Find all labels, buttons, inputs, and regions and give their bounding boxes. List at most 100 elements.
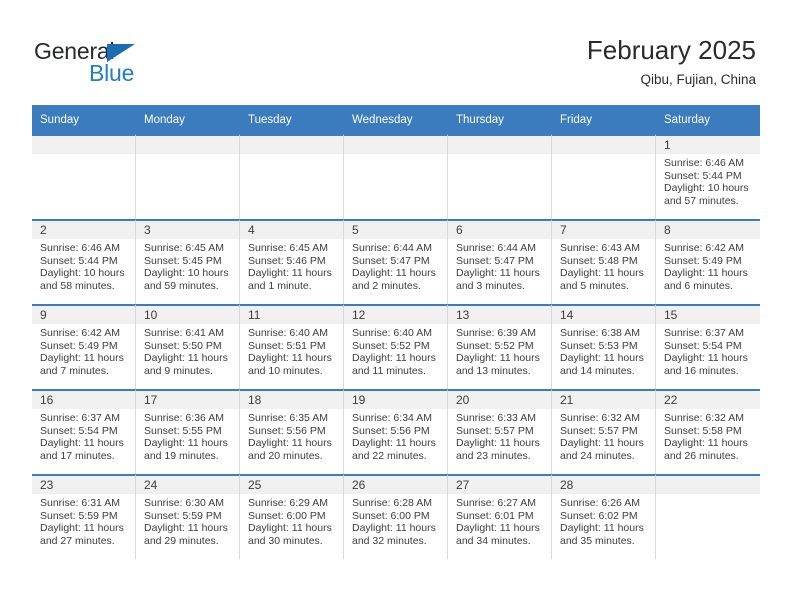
day-cell[interactable]: 11 Sunrise: 6:40 AM Sunset: 5:51 PM Dayligh… bbox=[240, 304, 344, 389]
daylight-text: and 35 minutes. bbox=[560, 534, 635, 547]
day-cell[interactable]: 12 Sunrise: 6:40 AM Sunset: 5:52 PM Dayligh… bbox=[344, 304, 448, 389]
sunset-text: Sunset: 5:59 PM bbox=[40, 509, 118, 522]
day-cell[interactable]: 15 Sunrise: 6:37 AM Sunset: 5:54 PM Dayligh… bbox=[656, 304, 760, 389]
day-cell-empty bbox=[240, 134, 344, 219]
sunrise-text: Sunrise: 6:40 AM bbox=[352, 327, 432, 339]
calendar-cell: 19 Sunrise: 6:34 AM Sunset: 5:56 PM Dayligh… bbox=[344, 389, 448, 474]
calendar-cell: 11 Sunrise: 6:40 AM Sunset: 5:51 PM Dayligh… bbox=[240, 304, 344, 389]
day-number: 12 bbox=[344, 306, 447, 324]
day-details: Sunrise: 6:42 AM Sunset: 5:49 PM Daylight:… bbox=[656, 239, 760, 292]
sunset-text: Sunset: 6:00 PM bbox=[248, 509, 326, 522]
day-cell[interactable]: 1 Sunrise: 6:46 AM Sunset: 5:44 PM Daylight… bbox=[656, 134, 760, 219]
day-details: Sunrise: 6:32 AM Sunset: 5:58 PM Daylight:… bbox=[656, 409, 760, 462]
day-cell[interactable]: 5 Sunrise: 6:44 AM Sunset: 5:47 PM Daylight… bbox=[344, 219, 448, 304]
sunset-text: Sunset: 5:46 PM bbox=[248, 254, 326, 267]
day-cell[interactable]: 22 Sunrise: 6:32 AM Sunset: 5:58 PM Dayligh… bbox=[656, 389, 760, 474]
day-number: 15 bbox=[656, 306, 760, 324]
title-block: February 2025 Qibu, Fujian, China bbox=[587, 34, 756, 88]
calendar-cell bbox=[344, 134, 448, 219]
day-cell[interactable]: 18 Sunrise: 6:35 AM Sunset: 5:56 PM Dayligh… bbox=[240, 389, 344, 474]
day-details: Sunrise: 6:44 AM Sunset: 5:47 PM Daylight:… bbox=[344, 239, 447, 292]
day-number: 7 bbox=[552, 221, 655, 239]
day-cell-empty bbox=[344, 134, 448, 219]
daylight-text: Daylight: 11 hours bbox=[144, 522, 228, 535]
sunrise-text: Sunrise: 6:28 AM bbox=[352, 497, 432, 509]
sunrise-text: Sunrise: 6:30 AM bbox=[144, 497, 224, 509]
day-cell[interactable]: 21 Sunrise: 6:32 AM Sunset: 5:57 PM Dayligh… bbox=[552, 389, 656, 474]
day-cell[interactable]: 14 Sunrise: 6:38 AM Sunset: 5:53 PM Dayligh… bbox=[552, 304, 656, 389]
day-cell[interactable]: 17 Sunrise: 6:36 AM Sunset: 5:55 PM Dayligh… bbox=[136, 389, 240, 474]
daylight-text: Daylight: 11 hours bbox=[248, 267, 332, 280]
day-number: 19 bbox=[344, 391, 447, 409]
calendar-cell bbox=[656, 474, 760, 559]
sunrise-text: Sunrise: 6:40 AM bbox=[248, 327, 328, 339]
day-cell[interactable]: 25 Sunrise: 6:29 AM Sunset: 6:00 PM Dayligh… bbox=[240, 474, 344, 559]
day-number bbox=[240, 136, 343, 154]
day-cell[interactable]: 26 Sunrise: 6:28 AM Sunset: 6:00 PM Dayligh… bbox=[344, 474, 448, 559]
sunset-text: Sunset: 5:45 PM bbox=[144, 254, 222, 267]
day-cell[interactable]: 16 Sunrise: 6:37 AM Sunset: 5:54 PM Dayligh… bbox=[32, 389, 136, 474]
day-cell[interactable]: 23 Sunrise: 6:31 AM Sunset: 5:59 PM Dayligh… bbox=[32, 474, 136, 559]
sunrise-text: Sunrise: 6:29 AM bbox=[248, 497, 328, 509]
weekday-header-tuesday: Tuesday bbox=[240, 105, 344, 134]
calendar-cell bbox=[448, 134, 552, 219]
calendar-cell: 17 Sunrise: 6:36 AM Sunset: 5:55 PM Dayligh… bbox=[136, 389, 240, 474]
day-details: Sunrise: 6:40 AM Sunset: 5:52 PM Daylight:… bbox=[344, 324, 447, 377]
daylight-text: and 27 minutes. bbox=[40, 534, 115, 547]
day-number: 28 bbox=[552, 476, 655, 494]
sunset-text: Sunset: 5:48 PM bbox=[560, 254, 638, 267]
day-cell[interactable]: 4 Sunrise: 6:45 AM Sunset: 5:46 PM Daylight… bbox=[240, 219, 344, 304]
weekday-header-sunday: Sunday bbox=[32, 105, 136, 134]
calendar-cell: 5 Sunrise: 6:44 AM Sunset: 5:47 PM Daylight… bbox=[344, 219, 448, 304]
day-cell[interactable]: 6 Sunrise: 6:44 AM Sunset: 5:47 PM Daylight… bbox=[448, 219, 552, 304]
day-cell[interactable]: 7 Sunrise: 6:43 AM Sunset: 5:48 PM Daylight… bbox=[552, 219, 656, 304]
calendar-cell: 8 Sunrise: 6:42 AM Sunset: 5:49 PM Daylight… bbox=[656, 219, 760, 304]
day-details: Sunrise: 6:30 AM Sunset: 5:59 PM Daylight:… bbox=[136, 494, 239, 547]
day-number: 4 bbox=[240, 221, 343, 239]
sunset-text: Sunset: 5:56 PM bbox=[352, 424, 430, 437]
sunrise-text: Sunrise: 6:36 AM bbox=[144, 412, 224, 424]
day-cell[interactable]: 9 Sunrise: 6:42 AM Sunset: 5:49 PM Daylight… bbox=[32, 304, 136, 389]
day-number: 24 bbox=[136, 476, 239, 494]
sunrise-text: Sunrise: 6:41 AM bbox=[144, 327, 224, 339]
day-number: 3 bbox=[136, 221, 239, 239]
daylight-text: and 20 minutes. bbox=[248, 449, 323, 462]
day-number bbox=[32, 136, 135, 154]
daylight-text: Daylight: 11 hours bbox=[352, 352, 436, 365]
daylight-text: Daylight: 11 hours bbox=[40, 437, 124, 450]
calendar-cell: 14 Sunrise: 6:38 AM Sunset: 5:53 PM Dayligh… bbox=[552, 304, 656, 389]
daylight-text: and 32 minutes. bbox=[352, 534, 427, 547]
sunset-text: Sunset: 5:51 PM bbox=[248, 339, 326, 352]
daylight-text: Daylight: 11 hours bbox=[664, 352, 748, 365]
calendar-body: 1 Sunrise: 6:46 AM Sunset: 5:44 PM Daylight… bbox=[32, 134, 760, 559]
day-cell[interactable]: 8 Sunrise: 6:42 AM Sunset: 5:49 PM Daylight… bbox=[656, 219, 760, 304]
day-details: Sunrise: 6:28 AM Sunset: 6:00 PM Daylight:… bbox=[344, 494, 447, 547]
weekday-header-wednesday: Wednesday bbox=[344, 105, 448, 134]
sunset-text: Sunset: 5:57 PM bbox=[456, 424, 534, 437]
calendar-cell: 24 Sunrise: 6:30 AM Sunset: 5:59 PM Dayligh… bbox=[136, 474, 240, 559]
daylight-text: and 13 minutes. bbox=[456, 364, 531, 377]
day-cell-empty bbox=[32, 134, 136, 219]
day-cell[interactable]: 13 Sunrise: 6:39 AM Sunset: 5:52 PM Dayligh… bbox=[448, 304, 552, 389]
calendar-cell: 1 Sunrise: 6:46 AM Sunset: 5:44 PM Daylight… bbox=[656, 134, 760, 219]
day-cell[interactable]: 24 Sunrise: 6:30 AM Sunset: 5:59 PM Dayligh… bbox=[136, 474, 240, 559]
daylight-text: and 59 minutes. bbox=[144, 279, 219, 292]
day-number: 13 bbox=[448, 306, 551, 324]
calendar-cell: 23 Sunrise: 6:31 AM Sunset: 5:59 PM Dayligh… bbox=[32, 474, 136, 559]
day-cell[interactable]: 2 Sunrise: 6:46 AM Sunset: 5:44 PM Daylight… bbox=[32, 219, 136, 304]
day-details bbox=[136, 154, 239, 157]
day-cell[interactable]: 27 Sunrise: 6:27 AM Sunset: 6:01 PM Dayligh… bbox=[448, 474, 552, 559]
calendar-cell: 6 Sunrise: 6:44 AM Sunset: 5:47 PM Daylight… bbox=[448, 219, 552, 304]
calendar-cell: 27 Sunrise: 6:27 AM Sunset: 6:01 PM Dayligh… bbox=[448, 474, 552, 559]
sunrise-text: Sunrise: 6:42 AM bbox=[40, 327, 120, 339]
day-cell[interactable]: 19 Sunrise: 6:34 AM Sunset: 5:56 PM Dayligh… bbox=[344, 389, 448, 474]
day-cell[interactable]: 10 Sunrise: 6:41 AM Sunset: 5:50 PM Dayligh… bbox=[136, 304, 240, 389]
sunset-text: Sunset: 6:01 PM bbox=[456, 509, 534, 522]
sunrise-text: Sunrise: 6:45 AM bbox=[144, 242, 224, 254]
day-cell[interactable]: 3 Sunrise: 6:45 AM Sunset: 5:45 PM Daylight… bbox=[136, 219, 240, 304]
daylight-text: and 19 minutes. bbox=[144, 449, 219, 462]
day-cell[interactable]: 28 Sunrise: 6:26 AM Sunset: 6:02 PM Dayligh… bbox=[552, 474, 656, 559]
daylight-text: and 22 minutes. bbox=[352, 449, 427, 462]
day-cell[interactable]: 20 Sunrise: 6:33 AM Sunset: 5:57 PM Dayligh… bbox=[448, 389, 552, 474]
sunrise-text: Sunrise: 6:37 AM bbox=[664, 327, 744, 339]
